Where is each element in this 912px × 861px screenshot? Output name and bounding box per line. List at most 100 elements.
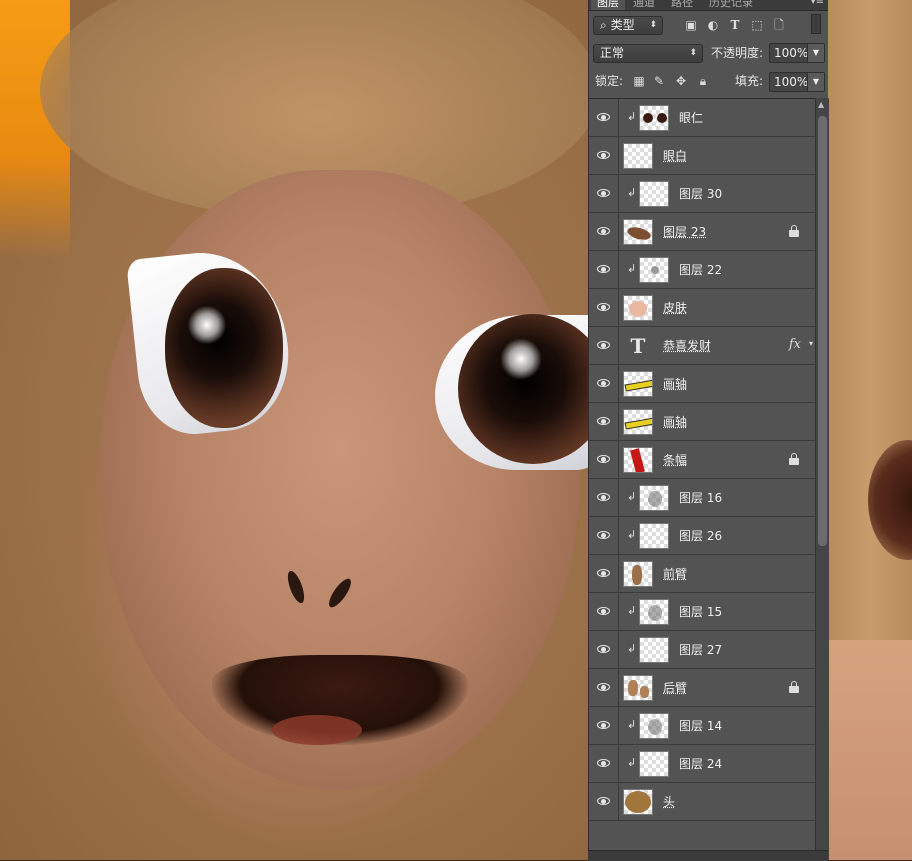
tab-layers[interactable]: 图层 <box>591 0 625 10</box>
layer-row[interactable]: ↲ 图层 22 <box>589 251 815 289</box>
layer-effects-icon[interactable]: fx <box>789 337 801 352</box>
layer-row[interactable]: 后臂 <box>589 669 815 707</box>
eye-icon[interactable] <box>597 759 610 767</box>
visibility-toggle[interactable] <box>589 783 619 821</box>
layer-name[interactable]: 眼白 <box>663 146 687 166</box>
layer-name[interactable]: 图层 23 <box>663 222 706 242</box>
image-filter-icon[interactable]: ▣ <box>683 17 699 33</box>
visibility-toggle[interactable] <box>589 593 619 631</box>
panel-menu-icon[interactable]: ▾≡ <box>811 0 824 7</box>
eye-icon[interactable] <box>597 265 610 273</box>
eye-icon[interactable] <box>597 341 610 349</box>
layer-name[interactable]: 头 <box>663 792 675 812</box>
layer-row[interactable]: ↲ 图层 27 <box>589 631 815 669</box>
visibility-toggle[interactable] <box>589 289 619 327</box>
eye-icon[interactable] <box>597 493 610 501</box>
layer-name[interactable]: 画轴 <box>663 374 687 394</box>
document-canvas[interactable] <box>0 0 588 860</box>
adjustment-filter-icon[interactable]: ◐ <box>705 17 721 33</box>
lock-transparency-icon[interactable]: ▦ <box>631 73 647 89</box>
visibility-toggle[interactable] <box>589 441 619 479</box>
layer-thumbnail[interactable] <box>639 599 669 625</box>
layer-row[interactable]: 条幅 <box>589 441 815 479</box>
opacity-arrow-icon[interactable]: ▼ <box>807 44 824 62</box>
layer-row[interactable]: 皮肤 <box>589 289 815 327</box>
eye-icon[interactable] <box>597 151 610 159</box>
visibility-toggle[interactable] <box>589 403 619 441</box>
visibility-toggle[interactable] <box>589 137 619 175</box>
layer-name[interactable]: 图层 30 <box>679 184 722 204</box>
visibility-toggle[interactable] <box>589 669 619 707</box>
layer-name[interactable]: 图层 22 <box>679 260 722 280</box>
eye-icon[interactable] <box>597 797 610 805</box>
layer-thumbnail[interactable] <box>623 561 653 587</box>
tab-history[interactable]: 历史记录 <box>709 0 753 10</box>
layer-thumbnail[interactable] <box>639 485 669 511</box>
eye-icon[interactable] <box>597 683 610 691</box>
layer-row[interactable]: 眼白 <box>589 137 815 175</box>
visibility-toggle[interactable] <box>589 99 619 137</box>
layer-row[interactable]: T 恭喜发财 fx ▾ <box>589 327 815 365</box>
layer-row[interactable]: 前臂 <box>589 555 815 593</box>
eye-icon[interactable] <box>597 645 610 653</box>
document-canvas-right[interactable] <box>828 0 912 860</box>
layer-name[interactable]: 图层 27 <box>679 640 722 660</box>
visibility-toggle[interactable] <box>589 517 619 555</box>
layer-name[interactable]: 画轴 <box>663 412 687 432</box>
fill-arrow-icon[interactable]: ▼ <box>807 73 824 91</box>
visibility-toggle[interactable] <box>589 327 619 365</box>
layers-scrollbar[interactable]: ▲ <box>815 98 829 860</box>
smart-object-filter-icon[interactable]: 🗋 <box>771 17 787 33</box>
eye-icon[interactable] <box>597 455 610 463</box>
layer-thumbnail[interactable] <box>623 219 653 245</box>
layer-name[interactable]: 图层 24 <box>679 754 722 774</box>
visibility-toggle[interactable] <box>589 745 619 783</box>
layer-name[interactable]: 条幅 <box>663 450 687 470</box>
layer-thumbnail[interactable] <box>639 181 669 207</box>
visibility-toggle[interactable] <box>589 631 619 669</box>
eye-icon[interactable] <box>597 569 610 577</box>
layer-name[interactable]: 眼仁 <box>679 108 703 128</box>
eye-icon[interactable] <box>597 607 610 615</box>
eye-icon[interactable] <box>597 113 610 121</box>
blend-mode-dropdown[interactable]: 正常 ⬍ <box>593 44 703 63</box>
eye-icon[interactable] <box>597 417 610 425</box>
layer-name[interactable]: 皮肤 <box>663 298 687 318</box>
layer-row[interactable]: ↲ 图层 15 <box>589 593 815 631</box>
visibility-toggle[interactable] <box>589 365 619 403</box>
layer-name[interactable]: 图层 14 <box>679 716 722 736</box>
layer-thumbnail[interactable] <box>639 105 669 131</box>
layer-thumbnail[interactable] <box>623 447 653 473</box>
text-filter-icon[interactable]: T <box>727 17 743 33</box>
eye-icon[interactable] <box>597 189 610 197</box>
layer-name[interactable]: 前臂 <box>663 564 687 584</box>
shape-filter-icon[interactable]: ⬚ <box>749 17 765 33</box>
lock-position-icon[interactable]: ✥ <box>673 73 689 89</box>
visibility-toggle[interactable] <box>589 213 619 251</box>
layer-row[interactable]: 画轴 <box>589 403 815 441</box>
layer-thumbnail[interactable] <box>623 675 653 701</box>
layer-row[interactable]: ↲ 眼仁 <box>589 99 815 137</box>
layer-row[interactable]: ↲ 图层 26 <box>589 517 815 555</box>
layer-thumbnail[interactable] <box>623 409 653 435</box>
scroll-up-icon[interactable]: ▲ <box>818 100 824 109</box>
filter-toggle-icon[interactable] <box>811 14 821 34</box>
layer-thumbnail[interactable] <box>639 637 669 663</box>
layer-name[interactable]: 图层 15 <box>679 602 722 622</box>
layer-row[interactable]: 头 <box>589 783 815 821</box>
visibility-toggle[interactable] <box>589 175 619 213</box>
visibility-toggle[interactable] <box>589 707 619 745</box>
layer-name[interactable]: 后臂 <box>663 678 687 698</box>
tab-channels[interactable]: 通道 <box>633 0 655 10</box>
layer-thumbnail[interactable] <box>623 789 653 815</box>
fill-field[interactable]: 100% ▼ <box>769 72 825 92</box>
opacity-field[interactable]: 100% ▼ <box>769 43 825 63</box>
eye-icon[interactable] <box>597 721 610 729</box>
eye-icon[interactable] <box>597 379 610 387</box>
layer-thumbnail[interactable] <box>623 143 653 169</box>
layer-thumbnail[interactable] <box>639 523 669 549</box>
layer-name[interactable]: 图层 26 <box>679 526 722 546</box>
filter-type-dropdown[interactable]: ⌕ 类型 ⬍ <box>593 16 663 35</box>
effects-expand-icon[interactable]: ▾ <box>809 339 813 348</box>
layer-thumbnail[interactable] <box>639 751 669 777</box>
